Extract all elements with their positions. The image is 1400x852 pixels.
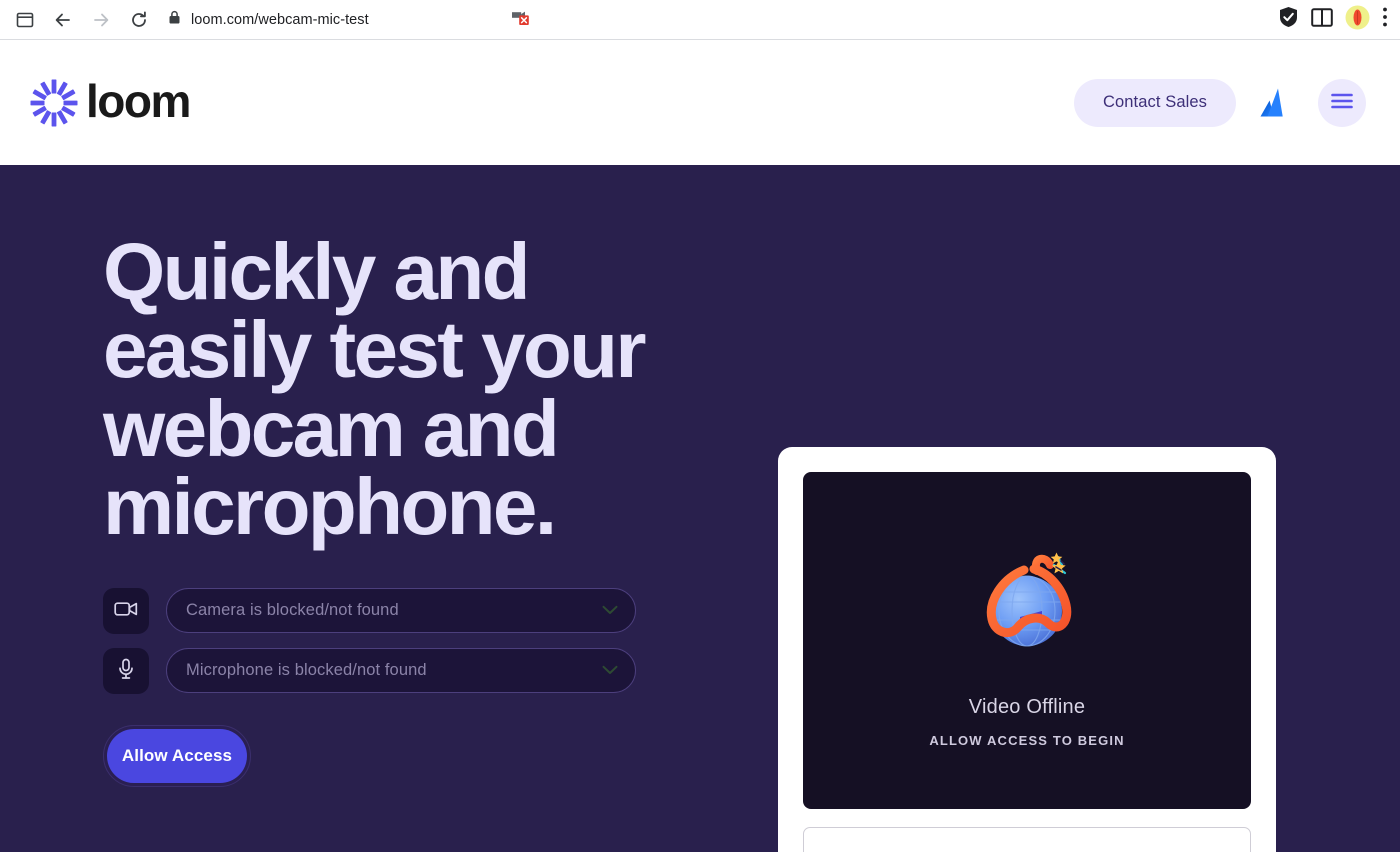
camera-toggle-button[interactable]	[103, 587, 149, 634]
chevron-down-icon	[602, 662, 618, 680]
microphone-select-value: Microphone is blocked/not found	[186, 661, 427, 680]
camera-select[interactable]: Camera is blocked/not found	[166, 588, 636, 634]
camera-blocked-icon[interactable]	[511, 8, 531, 31]
reload-icon[interactable]	[124, 5, 154, 35]
preview-card: Video Offline ALLOW ACCESS TO BEGIN	[778, 447, 1276, 852]
loom-starburst-icon	[30, 79, 78, 127]
video-status-title: Video Offline	[968, 696, 1086, 718]
microphone-row: Microphone is blocked/not found	[103, 647, 743, 694]
forward-arrow-icon	[86, 5, 116, 35]
loom-wordmark: loom	[86, 75, 191, 127]
video-status-caption: ALLOW ACCESS TO BEGIN	[929, 733, 1125, 748]
microphone-select[interactable]: Microphone is blocked/not found	[166, 648, 636, 694]
profile-avatar-icon[interactable]	[1345, 5, 1370, 35]
hamburger-menu-button[interactable]	[1318, 78, 1366, 127]
audio-level-meter	[803, 827, 1251, 852]
hero-right-column: Video Offline ALLOW ACCESS TO BEGIN	[778, 447, 1276, 852]
hero-section: Quickly and easily test your webcam and …	[0, 165, 1400, 852]
allow-access-focus-ring: Allow Access	[103, 724, 251, 787]
microphone-toggle-button[interactable]	[103, 647, 149, 694]
chevron-down-icon	[602, 602, 618, 620]
three-dot-menu-icon[interactable]	[1382, 6, 1388, 33]
video-camera-icon	[114, 600, 138, 621]
camera-select-value: Camera is blocked/not found	[186, 601, 399, 620]
contact-sales-button[interactable]: Contact Sales	[1073, 78, 1236, 127]
camera-row: Camera is blocked/not found	[103, 587, 743, 634]
window-icon[interactable]	[10, 5, 40, 35]
loom-logo[interactable]: loom	[30, 75, 191, 127]
hamburger-menu-icon	[1331, 93, 1353, 112]
globe-with-fuse-icon	[962, 539, 1092, 674]
site-header: loom Contact Sales	[0, 40, 1400, 165]
address-bar[interactable]: loom.com/webcam-mic-test	[168, 8, 1278, 31]
url-text: loom.com/webcam-mic-test	[191, 11, 369, 28]
back-arrow-icon[interactable]	[48, 5, 78, 35]
atlassian-logo-icon[interactable]	[1257, 83, 1297, 123]
lock-icon	[168, 10, 181, 30]
allow-access-button[interactable]: Allow Access	[107, 728, 247, 783]
microphone-icon	[117, 658, 135, 683]
browser-toolbar: loom.com/webcam-mic-test	[0, 0, 1400, 40]
browser-actions	[1278, 5, 1390, 35]
shield-check-icon[interactable]	[1278, 6, 1299, 33]
hero-left-column: Quickly and easily test your webcam and …	[103, 165, 743, 852]
device-selectors: Camera is blocked/not found Microphone i…	[103, 587, 743, 694]
split-view-icon[interactable]	[1311, 7, 1333, 32]
header-actions: Contact Sales	[1073, 78, 1366, 127]
video-preview: Video Offline ALLOW ACCESS TO BEGIN	[803, 472, 1251, 809]
page-title: Quickly and easily test your webcam and …	[103, 227, 647, 552]
